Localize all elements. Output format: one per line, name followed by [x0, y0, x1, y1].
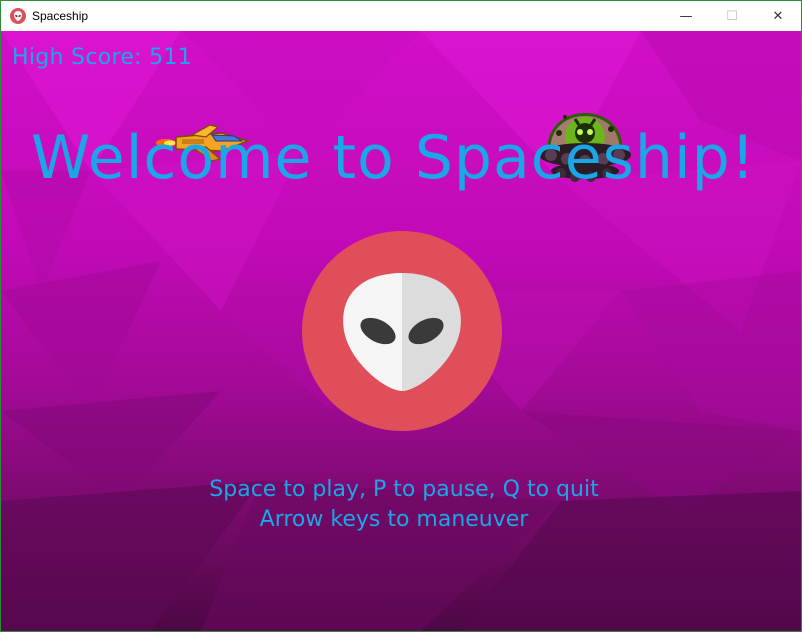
minimize-button[interactable]: —	[663, 1, 709, 31]
title-bar[interactable]: Spaceship — ☐ ✕	[1, 1, 801, 31]
alien-logo	[302, 231, 502, 431]
close-button[interactable]: ✕	[755, 1, 801, 31]
game-canvas[interactable]: High Score: 511 Welcome to Spaceship! Sp…	[1, 31, 801, 631]
instructions-line-1: Space to play, P to pause, Q to quit	[209, 477, 599, 502]
app-window: Spaceship — ☐ ✕ High Score: 511 Welcome …	[0, 0, 802, 632]
window-title: Spaceship	[32, 9, 89, 23]
maximize-button[interactable]: ☐	[709, 1, 755, 31]
window-controls: — ☐ ✕	[663, 1, 801, 31]
alien-head-icon	[10, 8, 26, 24]
instructions-line-2: Arrow keys to maneuver	[259, 507, 529, 532]
high-score-label: High Score: 511	[12, 45, 193, 70]
welcome-title: Welcome to Spaceship!	[31, 123, 756, 193]
